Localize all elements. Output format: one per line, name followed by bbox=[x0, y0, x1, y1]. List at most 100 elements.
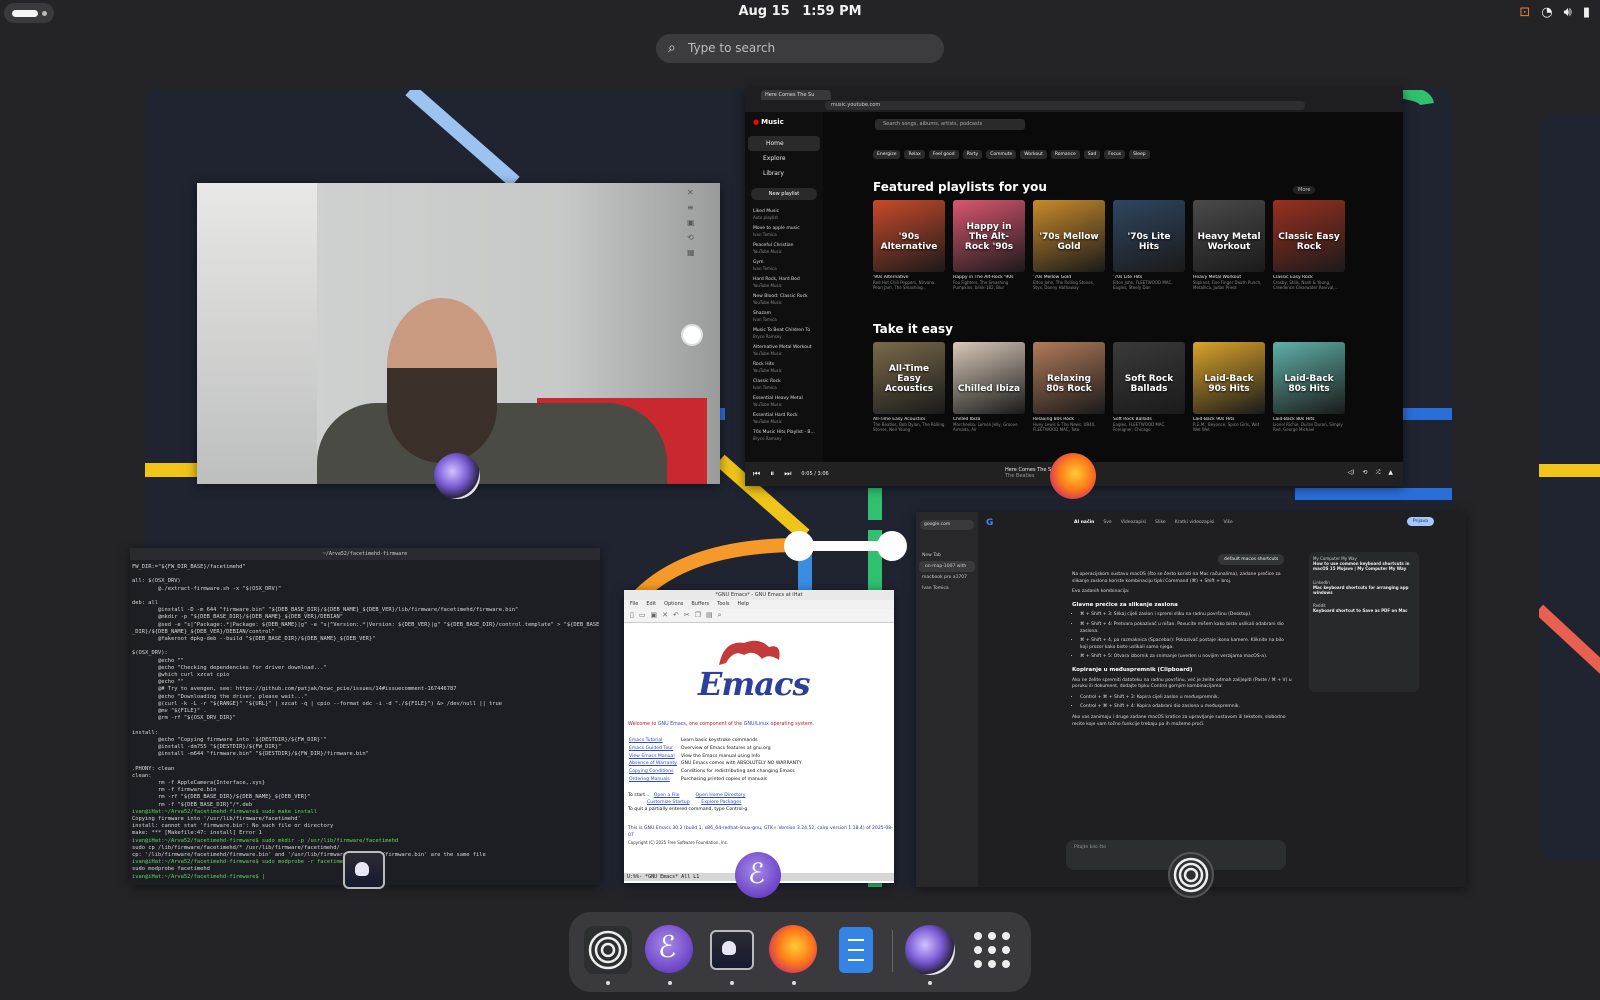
previous-icon[interactable]: ⏮ bbox=[753, 469, 760, 479]
battery-icon[interactable]: ▮ bbox=[1583, 5, 1590, 20]
grid-icon[interactable]: ▦ bbox=[687, 248, 695, 257]
undo-icon[interactable]: ↶ bbox=[673, 611, 679, 620]
source-card[interactable]: Reddit Keyboard shortcut to Save as PDF o… bbox=[1313, 603, 1415, 613]
playlist-item[interactable]: Rock Hits YouTube Music bbox=[745, 360, 823, 377]
paste-icon[interactable]: ▤ bbox=[706, 611, 713, 620]
sidebar-tab[interactable]: New Tab bbox=[916, 550, 978, 561]
playlist-item[interactable]: Move to apple music Ivan Tomica bbox=[745, 224, 823, 241]
gnu-emacs-link[interactable]: GNU Emacs bbox=[658, 722, 686, 727]
nav-home[interactable]: Home bbox=[748, 136, 820, 151]
playlist-card[interactable]: Classic Easy Rock Classic Easy Rock Crosby… bbox=[1273, 200, 1345, 290]
playlist-card[interactable]: Laid-Back 80s Hits Laid-Back 80s Hits Lion… bbox=[1273, 342, 1345, 432]
system-tray[interactable]: ⊡ ◔ 🔊︎ ▮ bbox=[1519, 5, 1590, 20]
dock-emacs[interactable]: ℰ bbox=[645, 925, 695, 985]
ytm-logo[interactable]: Music bbox=[753, 118, 784, 126]
playlist-item[interactable]: Essential Hard Rock YouTube Music bbox=[745, 411, 823, 428]
overview-search[interactable]: ⌕ Type to search bbox=[656, 34, 944, 63]
shuffle-icon[interactable]: ⤮ bbox=[1376, 469, 1381, 477]
dock-camera[interactable] bbox=[905, 925, 955, 985]
dock-firefox[interactable] bbox=[769, 925, 819, 985]
search-icon[interactable]: ⌕ bbox=[718, 611, 722, 620]
menu-icon[interactable]: ≡ bbox=[687, 203, 695, 212]
copy-icon[interactable]: ❐ bbox=[695, 611, 701, 620]
google-tab[interactable]: Sve bbox=[1103, 520, 1111, 525]
playlist-item[interactable]: Alternative Metal Workout YouTube Music bbox=[745, 343, 823, 360]
mood-chip[interactable]: Commute bbox=[986, 150, 1017, 159]
youtube-music-window[interactable]: Here Comes The Su music.youtube.com Musi… bbox=[745, 88, 1403, 486]
playlist-item[interactable]: Classic Rock Ivan Tomica bbox=[745, 377, 823, 394]
emacs-link[interactable]: Copying Conditions bbox=[629, 769, 674, 774]
google-logo[interactable]: G bbox=[986, 518, 993, 528]
playlist-card[interactable]: Relaxing 80s Rock Relaxing 80s Rock Huey L… bbox=[1033, 342, 1105, 432]
emacs-link[interactable]: Emacs Tutorial bbox=[629, 738, 662, 743]
nav-library[interactable]: Library bbox=[745, 166, 823, 181]
google-tab[interactable]: Slike bbox=[1155, 520, 1166, 525]
browser-tab[interactable]: Here Comes The Su bbox=[761, 90, 831, 100]
playlist-card[interactable]: Soft Rock Ballads Soft Rock Ballads Eagles… bbox=[1113, 342, 1185, 432]
open-home-link[interactable]: Open Home Directory bbox=[696, 793, 746, 798]
nav-explore[interactable]: Explore bbox=[745, 151, 823, 166]
customize-startup-link[interactable]: Customize Startup bbox=[647, 800, 690, 805]
playlist-item[interactable]: Gym Ivan Tomica bbox=[745, 258, 823, 275]
emacs-menu-item[interactable]: Options bbox=[664, 601, 683, 608]
emacs-link[interactable]: View Emacs Manual bbox=[629, 754, 675, 759]
emacs-menu-item[interactable]: Edit bbox=[646, 601, 656, 608]
volume-icon[interactable]: 🔊︎ bbox=[1564, 5, 1572, 20]
camera-window[interactable]: ✕ ≡ ▣ ⟲ ▦ bbox=[197, 183, 720, 484]
dock-text-editor[interactable] bbox=[831, 925, 881, 975]
sidebar-tab[interactable]: on-map-1007 with bbox=[919, 561, 975, 572]
wifi-icon[interactable]: ◔ bbox=[1541, 5, 1552, 20]
terminal-output[interactable]: FW_DIR:="${FW_DIR_BASE}/facetimehd" all: … bbox=[130, 560, 600, 885]
source-card[interactable]: LinkedIn Mac keyboard shortcuts for arran… bbox=[1313, 580, 1415, 596]
google-tab[interactable]: AI način bbox=[1074, 520, 1094, 525]
playlist-card[interactable]: Happy in The Alt-Rock '90s Happy in The A… bbox=[953, 200, 1025, 290]
terminal-window[interactable]: ~/Arva52/facetimehd-firmware FW_DIR:="${… bbox=[130, 548, 600, 885]
address-bar[interactable]: music.youtube.com bbox=[825, 101, 1305, 110]
sidebar-url[interactable]: google.com bbox=[920, 520, 974, 530]
signin-button[interactable]: Prijava bbox=[1406, 517, 1434, 526]
playlist-card[interactable]: Chilled Ibiza Chilled Ibiza Morcheeba, Lem… bbox=[953, 342, 1025, 432]
emacs-link[interactable]: Emacs Guided Tour bbox=[629, 746, 673, 751]
playlist-item[interactable]: Essential Heavy Metal YouTube Music bbox=[745, 394, 823, 411]
emacs-menu-item[interactable]: Buffers bbox=[691, 601, 709, 608]
mood-chip[interactable]: Energize bbox=[873, 150, 901, 159]
playlist-item[interactable]: Peaceful Christian YouTube Music bbox=[745, 241, 823, 258]
mood-chip[interactable]: Sleep bbox=[1129, 150, 1150, 159]
repeat-icon[interactable]: ⟲ bbox=[1363, 469, 1368, 477]
clock[interactable]: Aug 15 1:59 PM bbox=[0, 4, 1600, 19]
playlist-card[interactable]: '90s Alternative '90s Alternative Red Hot … bbox=[873, 200, 945, 290]
google-tab[interactable]: Kratki videozapisi bbox=[1175, 520, 1215, 525]
emacs-link[interactable]: Absence of Warranty bbox=[629, 761, 677, 766]
emacs-menu-item[interactable]: File bbox=[630, 601, 638, 608]
next-workspace[interactable] bbox=[1539, 114, 1600, 860]
playlist-card[interactable]: '70s Lite Hits '70s Lite Hits Elton John, … bbox=[1113, 200, 1185, 290]
pause-icon[interactable]: ⏸ bbox=[770, 469, 774, 479]
next-icon[interactable]: ⏭ bbox=[784, 469, 791, 479]
mood-chip[interactable]: Focus bbox=[1104, 150, 1126, 159]
mood-chip[interactable]: Relax bbox=[904, 150, 925, 159]
mood-chip[interactable]: Feel good bbox=[928, 150, 959, 159]
more-button[interactable]: More bbox=[1293, 186, 1316, 194]
gnu-linux-link[interactable]: GNU/Linux bbox=[744, 722, 769, 727]
save-icon[interactable]: ▣ bbox=[650, 611, 657, 620]
search-input[interactable]: Type to search bbox=[688, 41, 775, 55]
mood-chip[interactable]: Party bbox=[962, 150, 983, 159]
emacs-window[interactable]: *GNU Emacs* - GNU Emacs at iHat File Edit… bbox=[624, 590, 894, 883]
emacs-menu-item[interactable]: Help bbox=[737, 601, 748, 608]
volume-icon[interactable]: ◁) bbox=[1348, 469, 1355, 477]
playlist-item[interactable]: Liked Music Auto playlist bbox=[745, 207, 823, 224]
explore-packages-link[interactable]: Explore Packages bbox=[701, 800, 741, 805]
screen-record-icon[interactable]: ⊡ bbox=[1519, 5, 1530, 20]
emacs-menu-item[interactable]: Tools bbox=[717, 601, 729, 608]
playlist-card[interactable]: All-Time Easy Acoustics All-Time Easy Aco… bbox=[873, 342, 945, 432]
sidebar-tab[interactable]: Ivan Tomica bbox=[916, 583, 978, 594]
new-file-icon[interactable]: ▯ bbox=[630, 611, 634, 620]
cut-icon[interactable]: ✂ bbox=[684, 611, 690, 620]
emacs-link[interactable]: Ordering Manuals bbox=[629, 777, 670, 782]
playlist-item[interactable]: New Blood: Classic Rock YouTube Music bbox=[745, 292, 823, 309]
playlist-item[interactable]: 70s Music Hits Playlist - B... Bryce Rams… bbox=[745, 428, 823, 445]
switch-camera-icon[interactable]: ⟲ bbox=[687, 233, 695, 242]
dock-settings[interactable] bbox=[583, 925, 633, 985]
mood-chip[interactable]: Sad bbox=[1083, 150, 1101, 159]
dock-app-grid[interactable] bbox=[967, 925, 1017, 975]
